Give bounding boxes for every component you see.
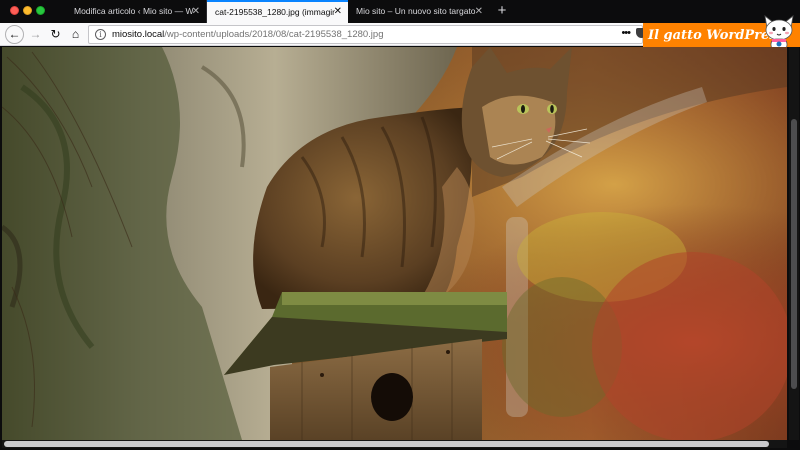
tab-close-icon[interactable]: ✕ xyxy=(475,0,483,23)
content-viewport xyxy=(0,47,800,450)
tab-strip: Modifica articolo ‹ Mio sito — WordPress… xyxy=(0,0,800,23)
back-button[interactable]: ← xyxy=(5,25,24,44)
tab-title: Mio sito – Un nuovo sito targato WordPre… xyxy=(356,6,476,16)
cat-photo[interactable] xyxy=(2,47,787,440)
reload-button[interactable]: ↻ xyxy=(46,25,65,44)
tab-site-home[interactable]: Mio sito – Un nuovo sito targato WordPre… xyxy=(348,0,489,23)
url-path: /wp-content/uploads/2018/08/cat-2195538_… xyxy=(164,29,384,40)
zoom-window-button[interactable] xyxy=(36,6,45,15)
page-actions-icon[interactable]: ••• xyxy=(621,26,631,41)
close-window-button[interactable] xyxy=(10,6,19,15)
tab-edit-article[interactable]: Modifica articolo ‹ Mio sito — WordPress… xyxy=(66,0,207,23)
vertical-scrollbar[interactable] xyxy=(789,47,799,440)
vertical-scroll-thumb[interactable] xyxy=(791,119,797,389)
tab-title: cat-2195538_1280.jpg (immagine JPEG xyxy=(215,7,335,17)
forward-button[interactable]: → xyxy=(26,25,45,44)
new-tab-button[interactable]: + xyxy=(493,0,511,23)
horizontal-scrollbar[interactable] xyxy=(2,440,787,448)
tab-close-icon[interactable]: ✕ xyxy=(192,0,200,23)
minimize-window-button[interactable] xyxy=(23,6,32,15)
site-info-icon[interactable]: i xyxy=(95,29,106,40)
url-bar[interactable]: i miosito.local/wp-content/uploads/2018/… xyxy=(88,25,643,44)
tab-title: Modifica articolo ‹ Mio sito — WordPress xyxy=(74,6,194,16)
horizontal-scroll-thumb[interactable] xyxy=(4,441,769,447)
tab-close-icon[interactable]: ✕ xyxy=(334,2,342,22)
home-button[interactable]: ⌂ xyxy=(66,25,85,44)
url-host: miosito.local xyxy=(112,29,165,40)
url-text[interactable]: miosito.local/wp-content/uploads/2018/08… xyxy=(112,26,383,43)
tab-image-active[interactable]: cat-2195538_1280.jpg (immagine JPEG ✕ xyxy=(207,0,348,23)
